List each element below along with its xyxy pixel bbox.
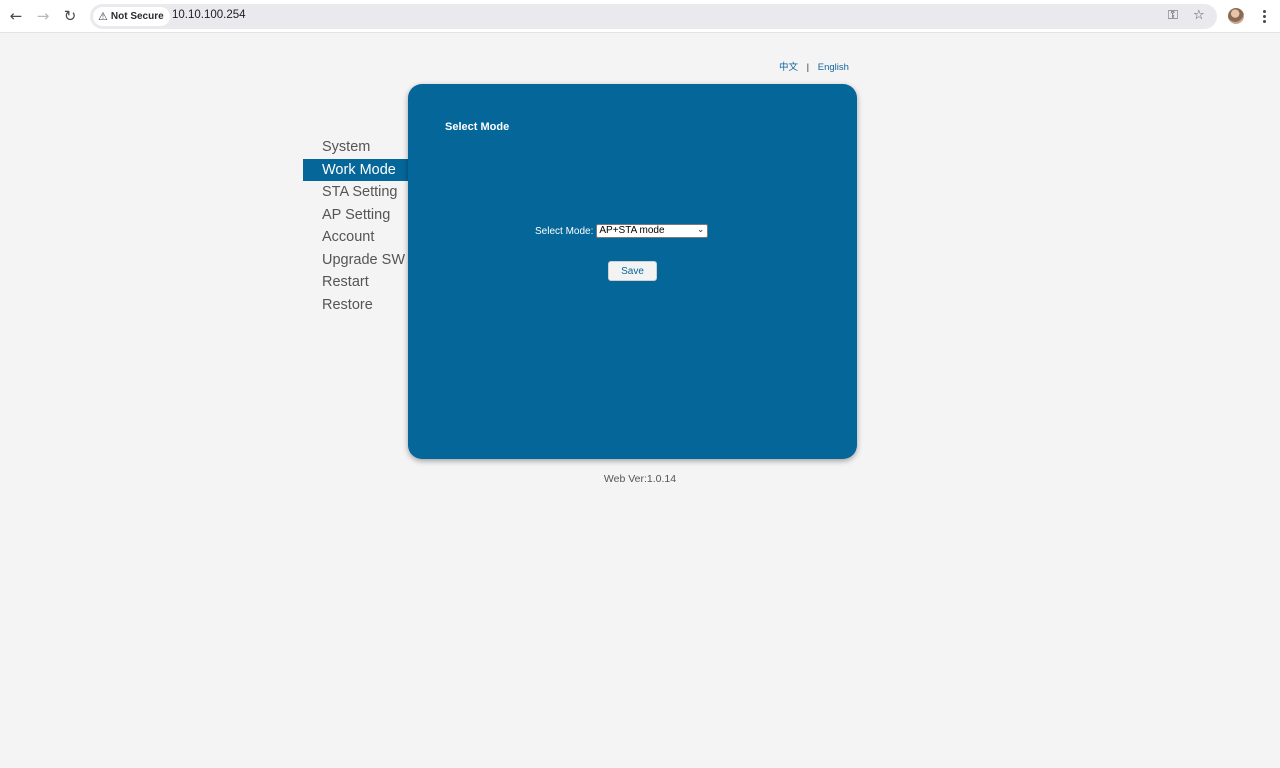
security-label: Not Secure: [110, 11, 164, 22]
url-text[interactable]: 10.10.100.254: [172, 9, 246, 21]
bookmark-star-icon[interactable]: ☆: [1193, 8, 1205, 23]
reload-icon[interactable]: ↻: [59, 5, 81, 27]
language-switch: 中文 | English: [779, 59, 849, 73]
lang-chinese-link[interactable]: 中文: [779, 62, 798, 73]
menu-item-restore[interactable]: Restore: [303, 294, 408, 317]
menu-item-upgrade-sw[interactable]: Upgrade SW: [303, 249, 408, 272]
browser-menu-icon[interactable]: [1258, 6, 1270, 26]
menu-item-system[interactable]: System: [303, 136, 408, 159]
profile-avatar[interactable]: [1228, 8, 1244, 24]
menu-item-sta-setting[interactable]: STA Setting: [303, 181, 408, 204]
forward-arrow-icon[interactable]: →: [32, 5, 54, 27]
panel-title: Select Mode: [445, 121, 510, 133]
security-chip[interactable]: ⚠ Not Secure: [93, 7, 170, 26]
settings-panel: Select Mode Select Mode: AP+STA mode ⌄ S…: [408, 84, 857, 459]
menu-item-work-mode[interactable]: Work Mode: [303, 158, 408, 181]
save-button[interactable]: Save: [608, 261, 657, 281]
chevron-down-icon: ⌄: [696, 225, 705, 235]
menu-item-account[interactable]: Account: [303, 226, 408, 249]
menu-item-ap-setting[interactable]: AP Setting: [303, 204, 408, 227]
mode-row: Select Mode: AP+STA mode ⌄: [535, 224, 709, 238]
lang-separator: |: [806, 62, 810, 73]
side-menu: System Work Mode STA Setting AP Setting …: [303, 136, 408, 316]
back-arrow-icon[interactable]: ←: [5, 5, 27, 27]
mode-label: Select Mode:: [535, 225, 594, 237]
browser-toolbar: ← → ↻ ⚠ Not Secure 10.10.100.254 ⚿ ☆: [0, 0, 1280, 33]
warning-icon: ⚠: [98, 10, 108, 23]
password-key-icon[interactable]: ⚿: [1168, 8, 1178, 23]
lang-english-link[interactable]: English: [818, 62, 849, 73]
menu-item-restart[interactable]: Restart: [303, 271, 408, 294]
mode-select-value: AP+STA mode: [599, 225, 665, 236]
web-version: Web Ver:1.0.14: [603, 473, 677, 485]
mode-select[interactable]: AP+STA mode ⌄: [596, 224, 709, 238]
address-bar[interactable]: ⚠ Not Secure 10.10.100.254 ⚿ ☆: [90, 4, 1217, 29]
